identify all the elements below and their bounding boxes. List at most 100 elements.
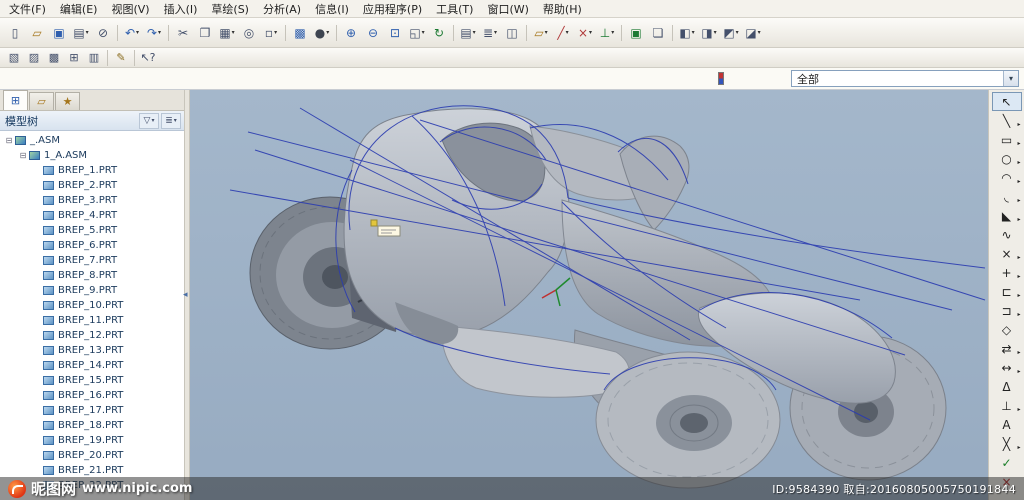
palette-tool[interactable]: ◇ — [992, 320, 1022, 339]
tree-item[interactable]: BREP_5.PRT — [0, 223, 184, 238]
view-manager-button[interactable]: ◫ — [501, 22, 523, 44]
tab-folder-browser[interactable]: ▱ — [29, 92, 54, 110]
saved-views-button[interactable]: ▤ — [457, 22, 479, 44]
tree-item[interactable]: BREP_16.PRT — [0, 388, 184, 403]
menu-insert[interactable]: 插入(I) — [157, 0, 205, 18]
cut-button[interactable]: ✂ — [172, 22, 194, 44]
plane-display-toggle[interactable]: ▧ — [4, 49, 24, 66]
mirror-tool[interactable]: ⇄ — [992, 339, 1022, 358]
tree-item[interactable]: BREP_8.PRT — [0, 268, 184, 283]
tree-item[interactable]: BREP_7.PRT — [0, 253, 184, 268]
menu-info[interactable]: 信息(I) — [308, 0, 356, 18]
menu-view[interactable]: 视图(V) — [104, 0, 156, 18]
coordinate-system-tool[interactable]: + — [992, 263, 1022, 282]
chevron-down-icon[interactable]: ▾ — [1003, 71, 1018, 86]
repaint-button[interactable]: ▩ — [289, 22, 311, 44]
datum-plane-button[interactable]: ▱ — [530, 22, 552, 44]
menu-window[interactable]: 窗口(W) — [480, 0, 535, 18]
tree-item[interactable]: BREP_4.PRT — [0, 208, 184, 223]
display-shaded-button[interactable]: ◧ — [676, 22, 698, 44]
axis-display-toggle[interactable]: ▨ — [24, 49, 44, 66]
tree-item[interactable]: BREP_6.PRT — [0, 238, 184, 253]
selection-filter-combobox[interactable]: 全部 ▾ — [791, 70, 1019, 87]
done-button[interactable]: ✓ — [992, 453, 1022, 472]
menu-edit[interactable]: 编辑(E) — [53, 0, 105, 18]
tree-item[interactable]: BREP_14.PRT — [0, 358, 184, 373]
tree-item[interactable]: BREP_13.PRT — [0, 343, 184, 358]
tree-item[interactable]: BREP_2.PRT — [0, 178, 184, 193]
search-button[interactable]: ◎ — [238, 22, 260, 44]
display-no-hidden-button[interactable]: ◩ — [720, 22, 742, 44]
arc-tool[interactable]: ◠ — [992, 168, 1022, 187]
tree-item[interactable]: BREP_3.PRT — [0, 193, 184, 208]
circle-tool[interactable]: ○ — [992, 149, 1022, 168]
expander-icon[interactable]: ⊟ — [18, 151, 28, 160]
zoom-in-button[interactable]: ⊕ — [340, 22, 362, 44]
display-hidden-line-button[interactable]: ◨ — [698, 22, 720, 44]
sketcher-display-toggle[interactable]: ✎ — [111, 49, 131, 66]
display-wireframe-button[interactable]: ◪ — [742, 22, 764, 44]
tree-item[interactable]: BREP_15.PRT — [0, 373, 184, 388]
trim-tool[interactable]: ╳ — [992, 434, 1022, 453]
menu-sketch[interactable]: 草绘(S) — [204, 0, 256, 18]
copy-button[interactable]: ❐ — [194, 22, 216, 44]
new-window-button[interactable]: ❏ — [647, 22, 669, 44]
fillet-tool[interactable]: ◟ — [992, 187, 1022, 206]
constraints-tool[interactable]: ⊥ — [992, 396, 1022, 415]
tree-item[interactable]: BREP_11.PRT — [0, 313, 184, 328]
save-file-button[interactable]: ▣ — [48, 22, 70, 44]
chamfer-tool[interactable]: ◣ — [992, 206, 1022, 225]
spline-tool[interactable]: ∿ — [992, 225, 1022, 244]
undo-button[interactable]: ↶ — [121, 22, 143, 44]
point-display-toggle[interactable]: ▩ — [44, 49, 64, 66]
zoom-out-button[interactable]: ⊖ — [362, 22, 384, 44]
tree-item[interactable]: BREP_9.PRT — [0, 283, 184, 298]
menu-tools[interactable]: 工具(T) — [429, 0, 480, 18]
new-file-button[interactable]: ▯ — [4, 22, 26, 44]
use-edge-tool[interactable]: ⊏ — [992, 282, 1022, 301]
tree-item[interactable]: BREP_12.PRT — [0, 328, 184, 343]
modify-tool[interactable]: Δ — [992, 377, 1022, 396]
tree-item[interactable]: BREP_18.PRT — [0, 418, 184, 433]
tree-item[interactable]: BREP_20.PRT — [0, 448, 184, 463]
activate-window-button[interactable]: ▣ — [625, 22, 647, 44]
tree-item[interactable]: BREP_21.PRT — [0, 463, 184, 478]
selection-filter-button[interactable]: ▫ — [260, 22, 282, 44]
redo-button[interactable]: ↷ — [143, 22, 165, 44]
point-tool[interactable]: × — [992, 244, 1022, 263]
line-tool[interactable]: ╲ — [992, 111, 1022, 130]
paste-button[interactable]: ▦ — [216, 22, 238, 44]
datum-csys-button[interactable]: ⊥ — [596, 22, 618, 44]
expander-icon[interactable]: ⊟ — [4, 136, 14, 145]
zoom-window-button[interactable]: ◱ — [406, 22, 428, 44]
tree-item[interactable]: BREP_19.PRT — [0, 433, 184, 448]
refit-button[interactable]: ⊡ — [384, 22, 406, 44]
tab-favorites[interactable]: ★ — [55, 92, 80, 110]
tree-settings-button[interactable]: ≣ — [161, 113, 181, 129]
select-tool[interactable]: ↖ — [992, 92, 1022, 111]
layers-button[interactable]: ≣ — [479, 22, 501, 44]
tab-model-tree[interactable]: ⊞ — [3, 90, 28, 110]
tree-item[interactable]: ⊟ 1_A.ASM — [0, 148, 184, 163]
tree-item[interactable]: BREP_17.PRT — [0, 403, 184, 418]
rectangle-tool[interactable]: ▭ — [992, 130, 1022, 149]
tree-filter-button[interactable]: ▽ — [139, 113, 159, 129]
datum-axis-button[interactable]: ╱ — [552, 22, 574, 44]
menu-help[interactable]: 帮助(H) — [536, 0, 589, 18]
erase-not-displayed-button[interactable]: ⊘ — [92, 22, 114, 44]
spin-center-button[interactable]: ↻ — [428, 22, 450, 44]
annotation-display-toggle[interactable]: ▥ — [84, 49, 104, 66]
csys-display-toggle[interactable]: ⊞ — [64, 49, 84, 66]
datum-point-button[interactable]: × — [574, 22, 596, 44]
menu-file[interactable]: 文件(F) — [2, 0, 53, 18]
3d-viewport[interactable] — [190, 90, 988, 500]
tree-item[interactable]: BREP_1.PRT — [0, 163, 184, 178]
menu-applications[interactable]: 应用程序(P) — [356, 0, 429, 18]
menu-analysis[interactable]: 分析(A) — [256, 0, 308, 18]
print-button[interactable]: ▤ — [70, 22, 92, 44]
open-file-button[interactable]: ▱ — [26, 22, 48, 44]
tree-item[interactable]: ⊟ _.ASM — [0, 133, 184, 148]
display-style-button[interactable]: ● — [311, 22, 333, 44]
dimension-tool[interactable]: ↔ — [992, 358, 1022, 377]
collapse-arrow-icon[interactable]: ◂ — [183, 290, 188, 300]
